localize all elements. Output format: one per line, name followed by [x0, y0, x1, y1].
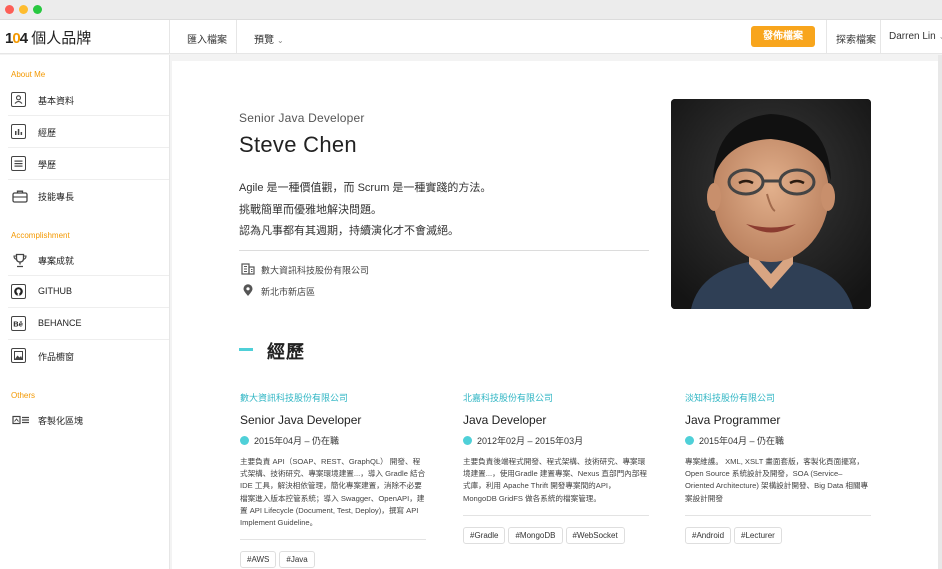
- profile-icon: [11, 92, 26, 107]
- sidebar-item-education[interactable]: 學歷: [0, 148, 169, 180]
- skill-tag[interactable]: #Lecturer: [734, 526, 782, 544]
- image-icon: [11, 348, 26, 363]
- github-icon: [11, 284, 26, 299]
- profile-photo: [671, 99, 871, 309]
- scrollbar-track[interactable]: [938, 55, 942, 569]
- sidebar-item-label: 作品櫥窗: [38, 352, 75, 362]
- chevron-down-icon: ⌄: [277, 36, 284, 45]
- custom-block-icon: [11, 412, 29, 427]
- experience-date: 2015年04月 – 仍在職: [685, 434, 885, 447]
- behance-icon: Bē: [11, 316, 26, 331]
- window-close-button[interactable]: [5, 5, 14, 14]
- window-maximize-button[interactable]: [33, 5, 42, 14]
- divider: [240, 539, 426, 541]
- profile-bio-line: Agile 是一種價值觀，而 Scrum 是一種實踐的方法。: [239, 182, 492, 194]
- profile-location: 新北市新店區: [241, 284, 315, 299]
- svg-text:Bē: Bē: [13, 320, 23, 329]
- divider: [685, 514, 871, 516]
- sidebar-item-experience[interactable]: 經歷: [0, 116, 169, 148]
- profile-bio-line: 挑戰簡單而優雅地解決問題。: [239, 204, 382, 216]
- skill-tag[interactable]: #AWS: [240, 551, 277, 569]
- sidebar-item-label: BEHANCE: [38, 318, 82, 328]
- window-titlebar: [0, 0, 942, 20]
- bar-chart-icon: [11, 124, 26, 139]
- experience-role: Senior Java Developer: [240, 413, 362, 427]
- nav-divider: [880, 20, 881, 54]
- experience-company[interactable]: 數大資訊科技股份有限公司: [240, 391, 440, 404]
- profile-bio-line: 認為凡事都有其週期，持續演化才不會滅絕。: [239, 225, 459, 237]
- experience-date: 2015年04月 – 仍在職: [240, 434, 440, 447]
- window-minimize-button[interactable]: [19, 5, 28, 14]
- experience-description: 專案維護。 XML, XSLT 畫面套版，客製化頁面擺寫，Open Source…: [685, 457, 869, 503]
- sidebar: About Me 基本資料 經歷 學歷 技能專長 Accomplishment …: [0, 55, 170, 569]
- tag-list: #AWS #Java: [240, 549, 440, 569]
- divider: [239, 250, 649, 251]
- experience-section-title: 經歷: [267, 342, 305, 362]
- publish-button[interactable]: 發佈檔案: [751, 26, 815, 47]
- preview-dropdown[interactable]: 預覽 ⌄: [254, 31, 284, 46]
- sidebar-item-behance[interactable]: Bē BEHANCE: [0, 308, 169, 340]
- sidebar-item-portfolio[interactable]: 作品櫥窗: [0, 340, 169, 372]
- location-name: 新北市新店區: [261, 287, 316, 297]
- skill-tag[interactable]: #Java: [279, 551, 315, 569]
- divider: [463, 514, 649, 516]
- user-menu[interactable]: Darren Lin⌄: [889, 31, 942, 42]
- top-navigation: 104 個人品牌 匯入檔案 預覽⌄ 發佈檔案 探索檔案 Darren Lin⌄: [0, 20, 942, 54]
- import-file-link[interactable]: 匯入檔案: [187, 31, 227, 46]
- user-name: Darren Lin: [889, 31, 936, 42]
- sidebar-section-others: Others: [11, 391, 36, 400]
- briefcase-icon: [11, 188, 28, 203]
- timeline-dot-icon: [463, 436, 472, 445]
- preview-label: 預覽: [254, 35, 274, 46]
- sidebar-item-label: GITHUB: [38, 286, 73, 296]
- sidebar-item-github[interactable]: GITHUB: [0, 276, 169, 308]
- experience-description: 主要負責後端程式開發、程式架構、技術研究、專案環境建置...，使用Gradle …: [463, 457, 647, 503]
- sidebar-section-accomplishment: Accomplishment: [11, 231, 70, 240]
- nav-divider: [236, 20, 237, 54]
- trophy-icon: [11, 252, 27, 268]
- profile-job-title: Senior Java Developer: [239, 111, 365, 125]
- experience-role: Java Programmer: [685, 413, 781, 427]
- section-heading-accent: [239, 348, 253, 351]
- location-pin-icon: [241, 284, 255, 299]
- skill-tag[interactable]: #WebSocket: [565, 526, 625, 544]
- experience-company[interactable]: 淡知科技股份有限公司: [685, 391, 885, 404]
- sidebar-item-label: 專案成就: [38, 256, 75, 266]
- company-name: 數大資訊科技股份有限公司: [261, 265, 370, 276]
- timeline-dot-icon: [240, 436, 249, 445]
- list-icon: [11, 156, 26, 171]
- experience-date: 2012年02月 – 2015年03月: [463, 434, 663, 447]
- sidebar-item-label: 基本資料: [38, 96, 75, 106]
- brand-logo[interactable]: 104 個人品牌: [5, 27, 91, 48]
- sidebar-item-label: 客製化區塊: [38, 416, 84, 426]
- profile-company: 數大資訊科技股份有限公司: [241, 263, 369, 277]
- experience-company[interactable]: 北嘉科技股份有限公司: [463, 391, 663, 404]
- tag-list: #Android #Lecturer: [685, 525, 885, 544]
- experience-card: 淡知科技股份有限公司 Java Programmer 2015年04月 – 仍在…: [685, 391, 885, 544]
- timeline-dot-icon: [685, 436, 694, 445]
- sidebar-item-label: 技能專長: [38, 192, 75, 202]
- building-icon: [241, 263, 255, 277]
- nav-divider: [826, 20, 827, 54]
- sidebar-item-label: 學歷: [38, 160, 57, 170]
- profile-name: Steve Chen: [239, 132, 357, 157]
- explore-files-link[interactable]: 探索檔案: [836, 31, 876, 46]
- sidebar-item-basic-info[interactable]: 基本資料: [0, 84, 169, 116]
- experience-role: Java Developer: [463, 413, 547, 427]
- brand-title: 個人品牌: [31, 30, 92, 47]
- tag-list: #Gradle #MongoDB #WebSocket: [463, 525, 663, 544]
- skill-tag[interactable]: #Android: [685, 526, 732, 544]
- skill-tag[interactable]: #MongoDB: [508, 526, 563, 544]
- sidebar-item-label: 經歷: [38, 128, 57, 138]
- brand-number: 104: [5, 30, 28, 47]
- sidebar-section-about-me: About Me: [11, 70, 46, 79]
- sidebar-item-custom-block[interactable]: 客製化區塊: [0, 404, 169, 436]
- skill-tag[interactable]: #Gradle: [463, 526, 506, 544]
- sidebar-item-skills[interactable]: 技能專長: [0, 180, 169, 212]
- experience-card: 數大資訊科技股份有限公司 Senior Java Developer 2015年…: [240, 391, 440, 569]
- sidebar-item-projects[interactable]: 專案成就: [0, 244, 169, 276]
- nav-divider: [169, 20, 170, 54]
- experience-description: 主要負責 API（SOAP、REST、GraphQL） 開發、程式架構、技術研究…: [240, 457, 426, 528]
- experience-card: 北嘉科技股份有限公司 Java Developer 2012年02月 – 201…: [463, 391, 663, 544]
